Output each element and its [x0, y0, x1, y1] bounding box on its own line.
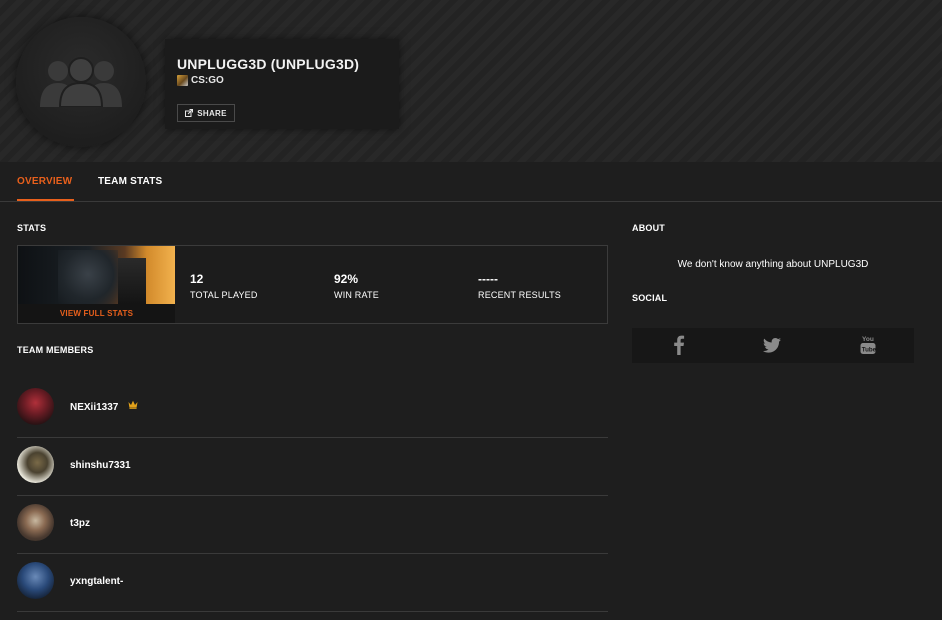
member-name: shinshu7331: [70, 460, 131, 471]
social-heading: SOCIAL: [632, 293, 668, 303]
stat-total-played: 12 TOTAL PLAYED: [190, 272, 258, 300]
stats-panel: VIEW FULL STATS 12 TOTAL PLAYED 92% WIN …: [17, 245, 608, 324]
view-full-stats-link[interactable]: VIEW FULL STATS: [18, 304, 175, 323]
svg-text:You: You: [862, 336, 874, 343]
stat-value: -----: [478, 272, 498, 286]
stat-label: WIN RATE: [334, 290, 379, 300]
tab-team-stats[interactable]: TEAM STATS: [98, 176, 162, 187]
csgo-game-icon: [177, 75, 188, 86]
team-profile-page: UNPLUGG3D (UNPLUG3D) CS:GO SHARE OVERVIE…: [0, 0, 942, 620]
stat-label: TOTAL PLAYED: [190, 290, 258, 300]
member-name: t3pz: [70, 518, 90, 529]
facebook-icon[interactable]: [673, 335, 685, 355]
profile-header: UNPLUGG3D (UNPLUG3D) CS:GO SHARE: [0, 0, 942, 162]
member-row[interactable]: t3pz: [17, 496, 608, 554]
share-label: SHARE: [197, 108, 227, 118]
game-tag[interactable]: CS:GO: [177, 75, 224, 86]
member-avatar: [17, 446, 54, 483]
tab-overview[interactable]: OVERVIEW: [17, 176, 72, 187]
team-name: UNPLUGG3D (UNPLUG3D): [177, 56, 360, 72]
member-name: NEXii1337: [70, 402, 119, 413]
member-name: yxngtalent-: [70, 576, 124, 587]
member-avatar: [17, 388, 54, 425]
social-links-bar: You Tube: [632, 328, 914, 363]
twitter-icon[interactable]: [763, 338, 783, 353]
thumbnail-figure-shape: [118, 258, 146, 304]
stat-value: 92%: [334, 272, 359, 286]
about-heading: ABOUT: [632, 223, 665, 233]
thumbnail-soldier-shape: [58, 250, 118, 304]
svg-text:Tube: Tube: [862, 347, 876, 354]
member-avatar: [17, 504, 54, 541]
member-row[interactable]: yxngtalent-: [17, 554, 608, 612]
share-button[interactable]: SHARE: [177, 104, 235, 122]
stat-label: RECENT RESULTS: [478, 290, 561, 300]
share-icon: [185, 109, 194, 117]
stats-heading: STATS: [17, 223, 47, 233]
member-avatar: [17, 562, 54, 599]
profile-tabs: OVERVIEW TEAM STATS: [0, 162, 942, 202]
active-tab-indicator: [17, 199, 74, 201]
about-text: We don't know anything about UNPLUG3D: [677, 259, 869, 270]
stats-thumbnail-image[interactable]: [18, 246, 175, 304]
member-row[interactable]: shinshu7331: [17, 438, 608, 496]
team-avatar: [16, 17, 146, 147]
member-row[interactable]: NEXii1337: [17, 380, 608, 438]
stat-recent-results: ----- RECENT RESULTS: [478, 272, 561, 300]
team-info-card: UNPLUGG3D (UNPLUG3D) CS:GO SHARE: [165, 39, 399, 129]
stat-value: 12: [190, 272, 204, 286]
crown-icon: [128, 400, 138, 409]
team-group-icon: [40, 57, 122, 107]
team-members-heading: TEAM MEMBERS: [17, 345, 94, 355]
game-label: CS:GO: [191, 75, 224, 86]
stat-win-rate: 92% WIN RATE: [334, 272, 379, 300]
team-members-list: NEXii1337 shinshu7331 t3pz yxngtalent-: [17, 380, 608, 612]
youtube-icon[interactable]: You Tube: [860, 334, 876, 356]
